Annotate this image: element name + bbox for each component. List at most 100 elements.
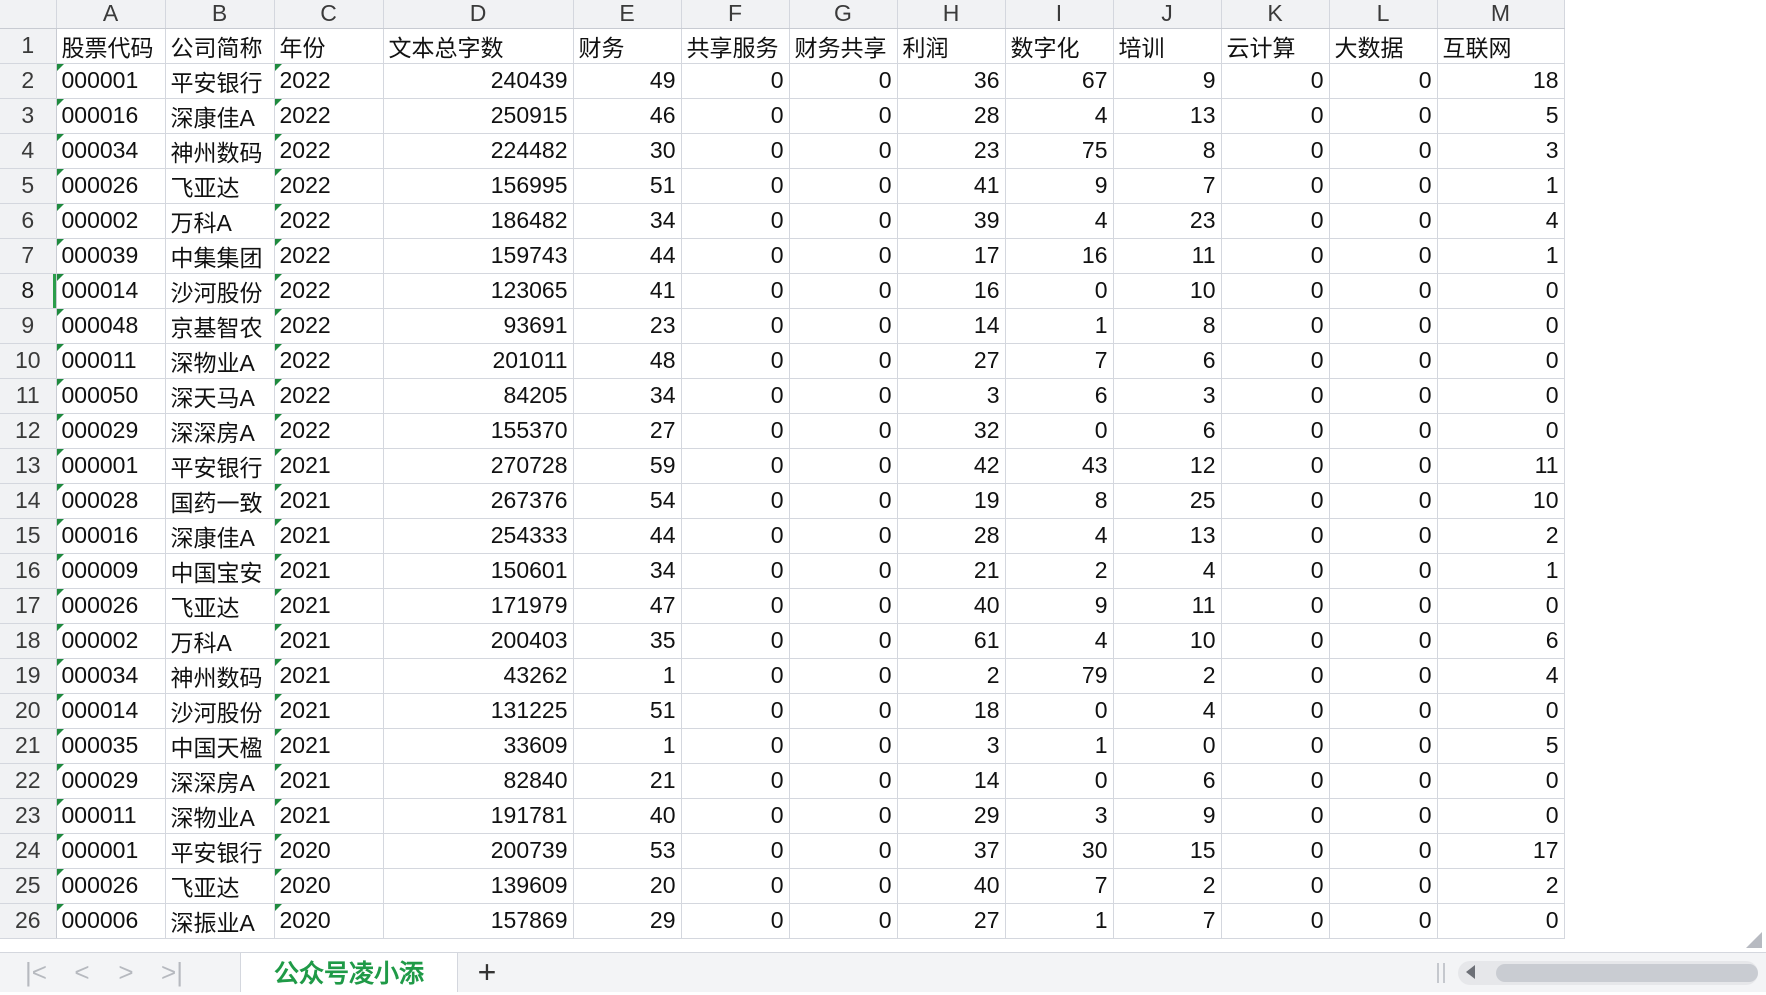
- table-cell[interactable]: 0: [789, 903, 898, 939]
- table-cell[interactable]: 1: [573, 658, 682, 694]
- table-cell[interactable]: 2: [1437, 518, 1565, 554]
- row-header[interactable]: 18: [0, 623, 57, 659]
- table-cell[interactable]: 47: [573, 588, 682, 624]
- table-cell[interactable]: 17: [897, 238, 1006, 274]
- table-cell[interactable]: 0: [1221, 378, 1330, 414]
- table-cell[interactable]: 5: [1437, 98, 1565, 134]
- table-cell[interactable]: 82840: [383, 763, 574, 799]
- table-cell[interactable]: 0: [1221, 483, 1330, 519]
- table-cell[interactable]: 深天马A: [165, 378, 275, 414]
- table-cell[interactable]: 000029: [56, 763, 166, 799]
- table-cell[interactable]: 深物业A: [165, 343, 275, 379]
- header-cell[interactable]: 公司简称: [165, 28, 275, 64]
- column-header-g[interactable]: G: [789, 0, 898, 29]
- table-cell[interactable]: 2021: [274, 553, 384, 589]
- table-cell[interactable]: 156995: [383, 168, 574, 204]
- table-cell[interactable]: 2021: [274, 518, 384, 554]
- table-cell[interactable]: 10: [1113, 273, 1222, 309]
- table-cell[interactable]: 41: [897, 168, 1006, 204]
- table-cell[interactable]: 0: [1329, 133, 1438, 169]
- table-cell[interactable]: 国药一致: [165, 483, 275, 519]
- table-cell[interactable]: 3: [897, 728, 1006, 764]
- table-cell[interactable]: 0: [1221, 903, 1330, 939]
- table-cell[interactable]: 0: [789, 238, 898, 274]
- table-cell[interactable]: 14: [897, 763, 1006, 799]
- table-cell[interactable]: 2: [1437, 868, 1565, 904]
- table-cell[interactable]: 0: [789, 553, 898, 589]
- table-cell[interactable]: 2021: [274, 623, 384, 659]
- table-cell[interactable]: 12: [1113, 448, 1222, 484]
- table-cell[interactable]: 0: [789, 168, 898, 204]
- row-header[interactable]: 25: [0, 868, 57, 904]
- table-cell[interactable]: 0: [681, 693, 790, 729]
- table-cell[interactable]: 0: [681, 623, 790, 659]
- table-cell[interactable]: 0: [1221, 413, 1330, 449]
- table-cell[interactable]: 000002: [56, 623, 166, 659]
- table-cell[interactable]: 42: [897, 448, 1006, 484]
- row-header[interactable]: 22: [0, 763, 57, 799]
- table-cell[interactable]: 0: [1329, 343, 1438, 379]
- table-cell[interactable]: 93691: [383, 308, 574, 344]
- table-cell[interactable]: 0: [1329, 693, 1438, 729]
- table-cell[interactable]: 000034: [56, 133, 166, 169]
- table-cell[interactable]: 18: [1437, 63, 1565, 99]
- scrollbar-resize-handle[interactable]: [1437, 963, 1445, 983]
- header-cell[interactable]: 财务: [573, 28, 682, 64]
- table-cell[interactable]: 34: [573, 553, 682, 589]
- row-header[interactable]: 24: [0, 833, 57, 869]
- header-cell[interactable]: 培训: [1113, 28, 1222, 64]
- table-cell[interactable]: 0: [681, 343, 790, 379]
- table-cell[interactable]: 79: [1005, 658, 1114, 694]
- table-cell[interactable]: 224482: [383, 133, 574, 169]
- table-cell[interactable]: 2020: [274, 833, 384, 869]
- table-cell[interactable]: 240439: [383, 63, 574, 99]
- table-cell[interactable]: 0: [681, 273, 790, 309]
- table-cell[interactable]: 0: [1113, 728, 1222, 764]
- table-cell[interactable]: 32: [897, 413, 1006, 449]
- table-cell[interactable]: 29: [573, 903, 682, 939]
- table-cell[interactable]: 0: [681, 168, 790, 204]
- row-header[interactable]: 2: [0, 63, 57, 99]
- table-cell[interactable]: 0: [681, 553, 790, 589]
- table-cell[interactable]: 4: [1005, 623, 1114, 659]
- table-cell[interactable]: 0: [1437, 308, 1565, 344]
- table-cell[interactable]: 19: [897, 483, 1006, 519]
- table-cell[interactable]: 27: [897, 343, 1006, 379]
- table-cell[interactable]: 16: [897, 273, 1006, 309]
- table-cell[interactable]: 0: [1221, 518, 1330, 554]
- table-cell[interactable]: 000028: [56, 483, 166, 519]
- table-cell[interactable]: 0: [1005, 693, 1114, 729]
- table-cell[interactable]: 深康佳A: [165, 518, 275, 554]
- table-cell[interactable]: 0: [1329, 728, 1438, 764]
- table-cell[interactable]: 0: [1437, 378, 1565, 414]
- table-cell[interactable]: 0: [1221, 448, 1330, 484]
- table-cell[interactable]: 200403: [383, 623, 574, 659]
- table-cell[interactable]: 0: [1005, 413, 1114, 449]
- row-header[interactable]: 9: [0, 308, 57, 344]
- header-cell[interactable]: 年份: [274, 28, 384, 64]
- table-cell[interactable]: 0: [681, 763, 790, 799]
- select-all-corner[interactable]: [0, 0, 57, 29]
- table-cell[interactable]: 28: [897, 98, 1006, 134]
- table-cell[interactable]: 53: [573, 833, 682, 869]
- table-cell[interactable]: 1: [573, 728, 682, 764]
- table-cell[interactable]: 000011: [56, 798, 166, 834]
- table-cell[interactable]: 8: [1113, 308, 1222, 344]
- table-cell[interactable]: 9: [1113, 798, 1222, 834]
- table-cell[interactable]: 9: [1005, 168, 1114, 204]
- table-cell[interactable]: 沙河股份: [165, 693, 275, 729]
- table-cell[interactable]: 000016: [56, 98, 166, 134]
- row-header[interactable]: 23: [0, 798, 57, 834]
- table-cell[interactable]: 0: [681, 238, 790, 274]
- table-cell[interactable]: 2: [1113, 868, 1222, 904]
- table-cell[interactable]: 8: [1005, 483, 1114, 519]
- table-cell[interactable]: 43262: [383, 658, 574, 694]
- row-header[interactable]: 20: [0, 693, 57, 729]
- table-cell[interactable]: 2022: [274, 343, 384, 379]
- table-cell[interactable]: 飞亚达: [165, 168, 275, 204]
- table-cell[interactable]: 0: [789, 868, 898, 904]
- table-cell[interactable]: 18: [897, 693, 1006, 729]
- last-sheet-icon[interactable]: >|: [152, 957, 192, 987]
- table-cell[interactable]: 11: [1113, 238, 1222, 274]
- table-cell[interactable]: 0: [1329, 378, 1438, 414]
